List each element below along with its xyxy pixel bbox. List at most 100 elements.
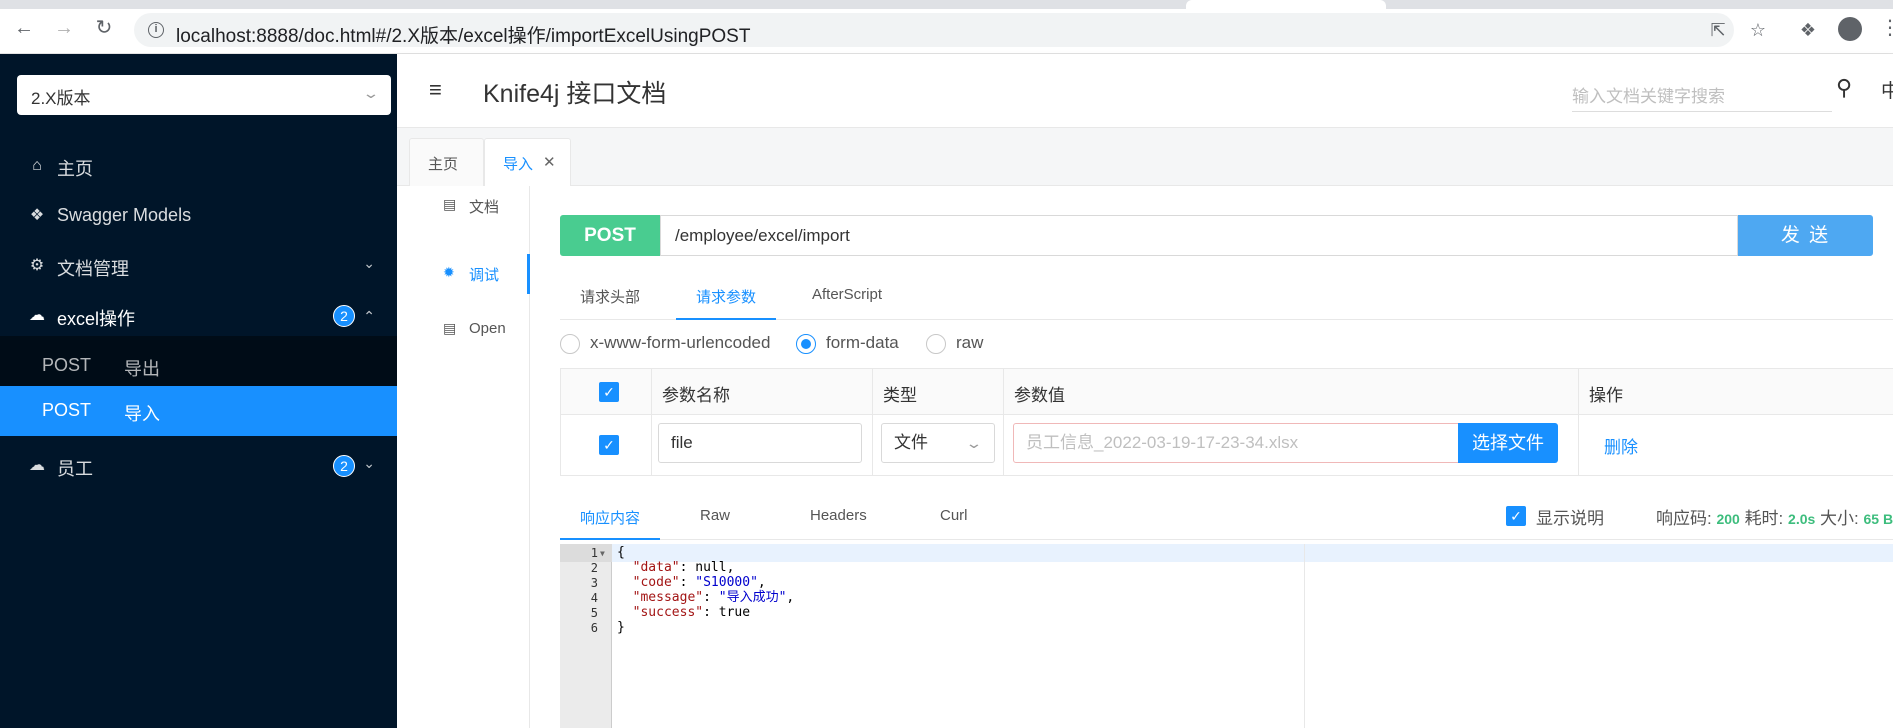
page-tab-bar: 主页 导入 ✕ bbox=[397, 128, 1893, 187]
response-tabs: 响应内容 Raw Headers Curl ✓ 显示说明 响应码: 200 耗时… bbox=[560, 492, 1893, 540]
column-header-value: 参数值 bbox=[1003, 369, 1578, 415]
chevron-up-icon: ⌃ bbox=[363, 308, 375, 324]
select-all-checkbox[interactable]: ✓ bbox=[599, 382, 619, 402]
back-icon[interactable]: ← bbox=[14, 18, 34, 38]
code-line: "success": true bbox=[632, 605, 751, 620]
code-line: } bbox=[617, 620, 625, 635]
cloud-icon: ☁ bbox=[29, 457, 45, 474]
tab-label: 请求头部 bbox=[580, 289, 641, 306]
debug-panel: POST /employee/excel/import 发 送 请求头部 请求参… bbox=[530, 186, 1893, 728]
subnav-open[interactable]: ▤ Open bbox=[397, 310, 530, 350]
radio-circle[interactable] bbox=[796, 334, 816, 354]
row-select-cell: ✓ bbox=[561, 415, 651, 476]
size-label: 大小: bbox=[1820, 509, 1859, 528]
count-badge: 2 bbox=[333, 455, 355, 477]
status-code-value: 200 bbox=[1716, 511, 1740, 527]
version-select[interactable]: 2.X版本 ⌄ bbox=[17, 75, 391, 115]
more-menu-icon[interactable]: ⋮ bbox=[1880, 18, 1893, 38]
profile-avatar-icon[interactable] bbox=[1838, 17, 1862, 41]
address-bar[interactable]: i localhost:8888/doc.html#/2.X版本/excel操作… bbox=[134, 13, 1734, 47]
param-type-value: 文件 bbox=[894, 433, 928, 452]
sidebar-item-label: 文档管理 bbox=[57, 259, 129, 279]
column-header-name: 参数名称 bbox=[651, 369, 872, 415]
radio-circle[interactable] bbox=[926, 334, 946, 354]
menu-fold-icon[interactable]: ≡ bbox=[429, 78, 453, 102]
send-button[interactable]: 发 送 bbox=[1738, 215, 1873, 256]
url-path: :8888/doc.html#/2.X版本/excel操作/importExce… bbox=[251, 26, 751, 47]
fold-arrow-icon[interactable]: ▼ bbox=[600, 549, 605, 558]
param-name-input[interactable]: file bbox=[658, 423, 862, 463]
status-code-label: 响应码: bbox=[1656, 509, 1712, 528]
browser-tab-active[interactable] bbox=[1186, 0, 1386, 9]
search-input[interactable]: 输入文档关键字搜索 bbox=[1572, 74, 1832, 112]
print-margin bbox=[1304, 544, 1305, 728]
sidebar-item-label: Swagger Models bbox=[57, 205, 192, 225]
show-description-label: 显示说明 bbox=[1536, 509, 1604, 528]
tab-raw[interactable]: Raw bbox=[680, 492, 770, 540]
count-badge: 2 bbox=[333, 305, 355, 327]
method-label: POST bbox=[42, 355, 92, 375]
subnav-debug[interactable]: ✹ 调试 bbox=[397, 254, 530, 294]
tab-label: 响应内容 bbox=[580, 510, 641, 527]
top-header: ≡ Knife4j 接口文档 输入文档关键字搜索 ⚲ 中 bbox=[397, 54, 1893, 128]
param-type-select[interactable]: 文件 ⌄ bbox=[881, 423, 995, 463]
file-path-input[interactable]: 员工信息_2022-03-19-17-23-34.xlsx bbox=[1013, 423, 1459, 463]
time-value: 2.0s bbox=[1788, 511, 1816, 527]
bookmark-star-icon[interactable]: ☆ bbox=[1748, 20, 1768, 40]
column-header-action: 操作 bbox=[1578, 369, 1893, 415]
language-switch[interactable]: 中 bbox=[1881, 76, 1893, 103]
params-table-header: ✓ 参数名称 类型 参数值 操作 bbox=[561, 369, 1893, 415]
table-row: ✓ file 文件 ⌄ 员工信息_2022-03-19-17-23-34.xls… bbox=[561, 415, 1893, 476]
tab-request-headers[interactable]: 请求头部 bbox=[560, 270, 660, 320]
subnav-label: 文档 bbox=[469, 199, 500, 216]
tab-headers[interactable]: Headers bbox=[790, 492, 900, 540]
share-icon[interactable]: ⇱ bbox=[1708, 20, 1728, 40]
file-icon: ▤ bbox=[443, 320, 457, 336]
show-description-checkbox[interactable]: ✓ bbox=[1506, 506, 1526, 526]
sidebar-sub-item-import[interactable]: POST 导入 bbox=[0, 386, 397, 436]
tab-label: 导入 bbox=[503, 156, 534, 173]
site-info-icon[interactable]: i bbox=[148, 22, 164, 38]
tab-label: AfterScript bbox=[812, 286, 883, 303]
choose-file-button[interactable]: 选择文件 bbox=[1458, 423, 1558, 463]
api-subnav: ▤ 文档 ✹ 调试 ▤ Open bbox=[397, 186, 530, 728]
subnav-doc[interactable]: ▤ 文档 bbox=[397, 186, 530, 226]
response-code-editor[interactable]: 1 ▼ 2 3 4 5 6 { "data": null, "code": "S… bbox=[560, 544, 1893, 728]
tab-curl[interactable]: Curl bbox=[920, 492, 1010, 540]
tab-after-script[interactable]: AfterScript bbox=[792, 270, 912, 320]
radio-label: form-data bbox=[826, 333, 899, 352]
bug-icon: ✹ bbox=[443, 264, 455, 280]
delete-link[interactable]: 删除 bbox=[1604, 433, 1638, 458]
search-placeholder: 输入文档关键字搜索 bbox=[1572, 87, 1725, 106]
row-checkbox[interactable]: ✓ bbox=[599, 435, 619, 455]
radio-label: raw bbox=[956, 333, 984, 352]
chevron-down-icon: ⌄ bbox=[363, 455, 375, 471]
size-value: 65 B bbox=[1863, 511, 1893, 527]
document-icon: ▤ bbox=[443, 196, 457, 212]
extensions-icon[interactable]: ❖ bbox=[1798, 20, 1818, 40]
tab-response-content[interactable]: 响应内容 bbox=[560, 492, 660, 540]
request-path-input[interactable]: /employee/excel/import bbox=[660, 215, 1738, 256]
reload-icon[interactable]: ↻ bbox=[94, 18, 114, 38]
column-label: 类型 bbox=[883, 386, 917, 405]
sidebar-item-employee[interactable]: ☁ 员工 2 ⌄ bbox=[0, 436, 397, 496]
tab-import[interactable]: 导入 ✕ bbox=[484, 138, 571, 187]
forward-icon[interactable]: → bbox=[54, 18, 74, 38]
chevron-down-icon: ⌄ bbox=[362, 85, 380, 101]
tab-label: Raw bbox=[700, 507, 731, 524]
line-number-gutter: 1 ▼ 2 3 4 5 6 bbox=[560, 544, 612, 728]
tab-label: 请求参数 bbox=[696, 289, 757, 306]
subnav-label: Open bbox=[469, 320, 506, 337]
sub-item-label: 导出 bbox=[124, 359, 160, 379]
address-url[interactable]: localhost:8888/doc.html#/2.X版本/excel操作/i… bbox=[176, 21, 750, 48]
close-icon[interactable]: ✕ bbox=[543, 153, 556, 171]
method-label: POST bbox=[42, 400, 92, 420]
params-table: ✓ 参数名称 类型 参数值 操作 ✓ file 文件 ⌄ 员工信息_2022-0… bbox=[560, 368, 1893, 476]
radio-circle[interactable] bbox=[560, 334, 580, 354]
search-icon[interactable]: ⚲ bbox=[1836, 76, 1860, 100]
tab-request-params[interactable]: 请求参数 bbox=[676, 270, 776, 320]
tab-home[interactable]: 主页 bbox=[409, 138, 484, 186]
column-label: 参数值 bbox=[1014, 386, 1065, 405]
param-name-cell: file bbox=[651, 415, 872, 476]
tab-label: 主页 bbox=[428, 156, 459, 173]
